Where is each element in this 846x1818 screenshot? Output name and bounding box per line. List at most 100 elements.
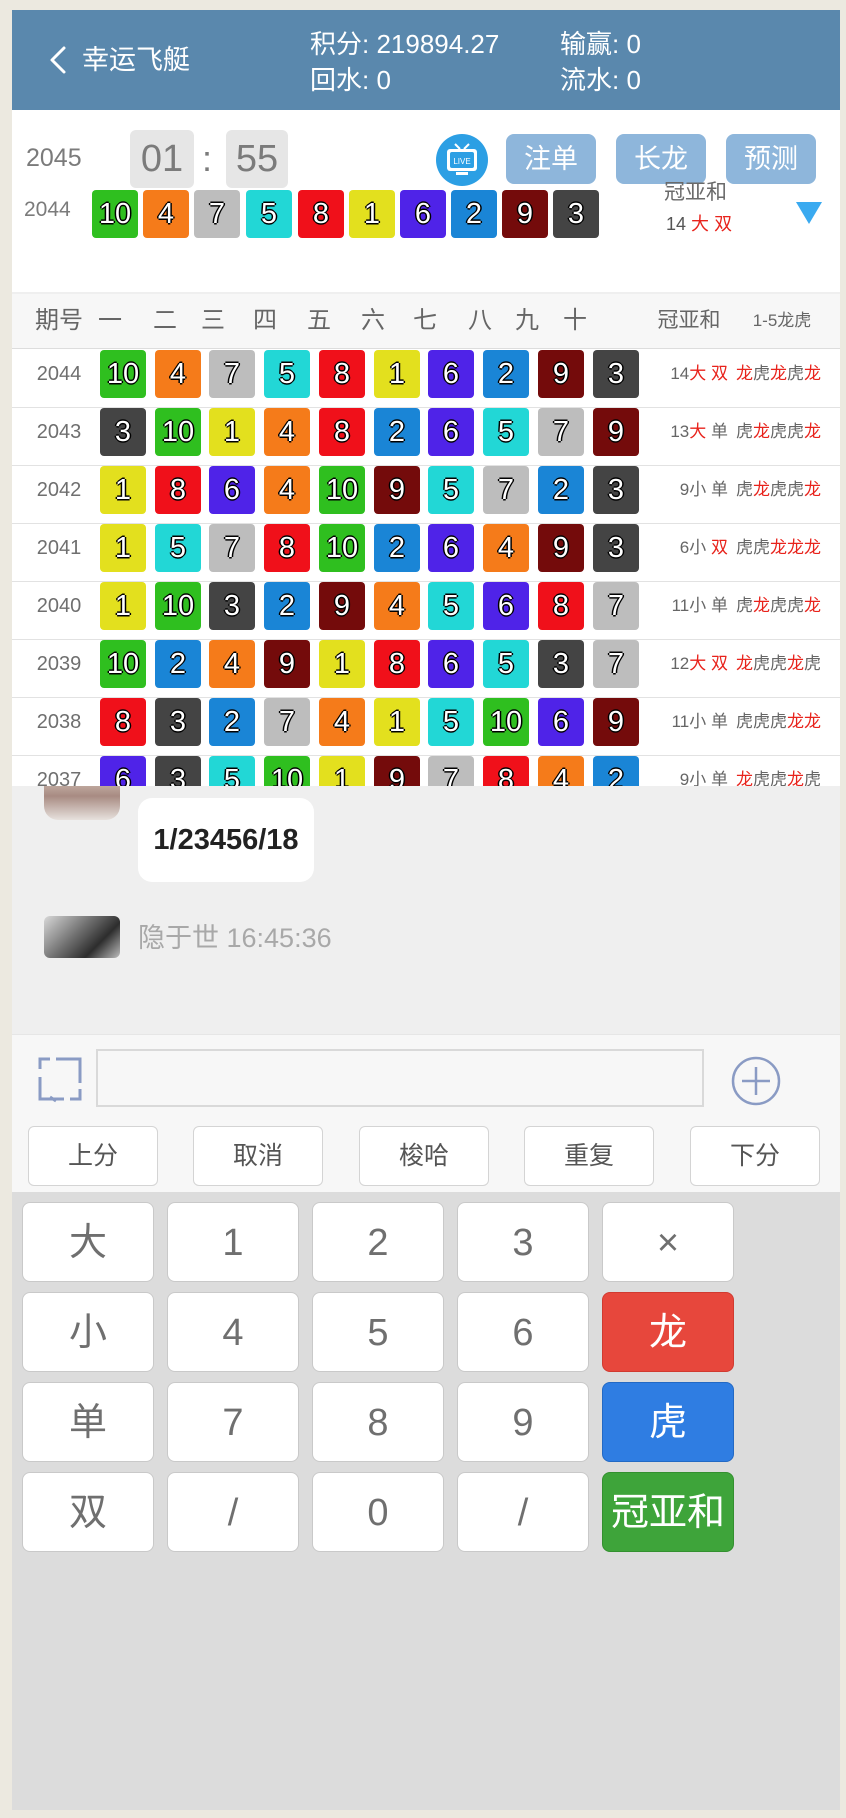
keypad-key[interactable]: 冠亚和 bbox=[602, 1472, 734, 1552]
keypad-key[interactable]: 虎 bbox=[602, 1382, 734, 1462]
all-in-button[interactable]: 梭哈 bbox=[359, 1126, 489, 1186]
predict-button[interactable]: 预测 bbox=[726, 134, 816, 184]
row-dragon-tiger: 虎虎龙龙龙 bbox=[736, 523, 834, 573]
row-period: 2041 bbox=[36, 537, 82, 559]
row-sum-number: 12 bbox=[670, 654, 690, 673]
last-draw-ball: 4 bbox=[143, 190, 189, 238]
sender-avatar[interactable] bbox=[44, 916, 120, 958]
row-ball: 9 bbox=[538, 350, 584, 398]
row-sum: 9小 单 bbox=[648, 755, 728, 786]
last-draw-ball: 5 bbox=[246, 190, 292, 238]
keypad-key[interactable]: 1 bbox=[167, 1202, 299, 1282]
keypad-key[interactable]: 5 bbox=[312, 1292, 444, 1372]
row-sum-size: 大 bbox=[689, 422, 707, 441]
page-title[interactable]: 幸运飞艇 bbox=[82, 40, 190, 80]
column-header: 十 bbox=[563, 307, 587, 334]
row-sum-size: 小 bbox=[689, 480, 707, 499]
keypad-key[interactable]: 6 bbox=[457, 1292, 589, 1372]
chat-area[interactable]: 1/23456/18 隐于世 16:45:36 bbox=[12, 786, 840, 1034]
column-header: 二 bbox=[153, 307, 177, 334]
row-ball: 4 bbox=[264, 466, 310, 514]
keypad-key[interactable]: / bbox=[457, 1472, 589, 1552]
table-row[interactable]: 2042 1 8 6 4 10 9 5 7 2 3 9小 单虎龙虎虎龙 bbox=[12, 465, 840, 524]
keypad-key[interactable]: 4 bbox=[167, 1292, 299, 1372]
points-stat: 积分: 219894.27 bbox=[310, 29, 500, 59]
row-ball: 10 bbox=[155, 408, 201, 456]
keypad-key[interactable]: 大 bbox=[22, 1202, 154, 1282]
dragon-tiger-mark: 龙 bbox=[804, 422, 821, 441]
keypad-key[interactable]: 0 bbox=[312, 1472, 444, 1552]
keyboard-switch-icon[interactable] bbox=[36, 1053, 84, 1105]
plus-icon[interactable] bbox=[730, 1055, 782, 1107]
keypad-key[interactable]: 龙 bbox=[602, 1292, 734, 1372]
dragon-tiger-mark: 龙 bbox=[770, 364, 787, 383]
row-sum-size: 大 bbox=[689, 654, 707, 673]
keypad-key[interactable]: × bbox=[602, 1202, 734, 1282]
row-dragon-tiger: 虎虎虎龙龙 bbox=[736, 697, 834, 747]
row-sum-number: 14 bbox=[670, 364, 690, 383]
row-ball: 4 bbox=[264, 408, 310, 456]
row-ball: 5 bbox=[155, 524, 201, 572]
sum-parity: 双 bbox=[714, 214, 733, 234]
repeat-button[interactable]: 重复 bbox=[524, 1126, 654, 1186]
dragon-tiger-mark: 龙 bbox=[736, 364, 753, 383]
sender-name-time: 隐于世 16:45:36 bbox=[138, 923, 332, 953]
withdraw-points-button[interactable]: 下分 bbox=[690, 1126, 820, 1186]
table-row[interactable]: 2037 6 3 5 10 1 9 7 8 4 2 9小 单龙虎虎龙虎 bbox=[12, 755, 840, 786]
row-ball: 4 bbox=[483, 524, 529, 572]
row-ball: 1 bbox=[100, 582, 146, 630]
turnover-stat: 流水: 0 bbox=[560, 65, 641, 95]
keypad-key[interactable]: 8 bbox=[312, 1382, 444, 1462]
row-sum-parity: 双 bbox=[711, 538, 728, 557]
keypad-key[interactable]: 9 bbox=[457, 1382, 589, 1462]
dragon-tiger-mark: 虎 bbox=[753, 654, 770, 673]
table-row[interactable]: 2044 10 4 7 5 8 1 6 2 9 3 14大 双龙虎龙虎龙 bbox=[12, 349, 840, 408]
dragon-tiger-mark: 虎 bbox=[736, 480, 753, 499]
keypad-key[interactable]: / bbox=[167, 1472, 299, 1552]
cancel-button[interactable]: 取消 bbox=[193, 1126, 323, 1186]
column-header: 五 bbox=[307, 307, 331, 334]
row-dragon-tiger: 虎龙虎虎龙 bbox=[736, 407, 834, 457]
orders-button[interactable]: 注单 bbox=[506, 134, 596, 184]
keypad-key[interactable]: 3 bbox=[457, 1202, 589, 1282]
keypad-key[interactable]: 单 bbox=[22, 1382, 154, 1462]
row-ball: 9 bbox=[374, 756, 420, 786]
dragon-tiger-mark: 虎 bbox=[804, 770, 821, 786]
keypad-key[interactable]: 双 bbox=[22, 1472, 154, 1552]
keypad-key[interactable]: 7 bbox=[167, 1382, 299, 1462]
sum-size: 大 bbox=[691, 214, 710, 234]
table-row[interactable]: 2040 1 10 3 2 9 4 5 6 8 7 11小 单虎龙虎虎龙 bbox=[12, 581, 840, 640]
row-ball: 6 bbox=[428, 350, 474, 398]
message-input[interactable] bbox=[96, 1049, 704, 1107]
keypad-key[interactable]: 小 bbox=[22, 1292, 154, 1372]
live-tv-button[interactable]: LIVE bbox=[436, 134, 488, 186]
chat-message-bubble: 1/23456/18 bbox=[138, 798, 314, 882]
dragon-tiger-mark: 虎 bbox=[753, 712, 770, 731]
row-sum: 11小 单 bbox=[648, 581, 728, 631]
row-ball: 1 bbox=[374, 698, 420, 746]
table-row[interactable]: 2038 8 3 2 7 4 1 5 10 6 9 11小 单虎虎虎龙龙 bbox=[12, 697, 840, 756]
keypad-key[interactable]: 2 bbox=[312, 1202, 444, 1282]
row-ball: 3 bbox=[593, 350, 639, 398]
user-avatar[interactable] bbox=[44, 786, 120, 820]
row-ball: 2 bbox=[155, 640, 201, 688]
last-draw-ball: 1 bbox=[349, 190, 395, 238]
rebate-stat: 回水: 0 bbox=[310, 65, 391, 95]
countdown-seconds: 55 bbox=[226, 130, 288, 188]
sum-value: 14 大 双 bbox=[666, 210, 732, 236]
dragon-tiger-mark: 虎 bbox=[770, 596, 787, 615]
expand-down-icon[interactable] bbox=[794, 198, 824, 228]
add-points-button[interactable]: 上分 bbox=[28, 1126, 158, 1186]
row-ball: 5 bbox=[483, 640, 529, 688]
table-row[interactable]: 2041 1 5 7 8 10 2 6 4 9 3 6小 双虎虎龙龙龙 bbox=[12, 523, 840, 582]
row-sum-parity: 单 bbox=[711, 422, 728, 441]
row-ball: 7 bbox=[538, 408, 584, 456]
row-ball: 5 bbox=[264, 350, 310, 398]
row-ball: 3 bbox=[538, 640, 584, 688]
table-row[interactable]: 2039 10 2 4 9 1 8 6 5 3 7 12大 双龙虎虎龙虎 bbox=[12, 639, 840, 698]
table-row[interactable]: 2043 3 10 1 4 8 2 6 5 7 9 13大 单虎龙虎虎龙 bbox=[12, 407, 840, 466]
chevron-left-icon[interactable] bbox=[40, 40, 80, 80]
dragon-tiger-mark: 虎 bbox=[736, 538, 753, 557]
dragon-tiger-mark: 龙 bbox=[753, 480, 770, 499]
row-sum: 6小 双 bbox=[648, 523, 728, 573]
